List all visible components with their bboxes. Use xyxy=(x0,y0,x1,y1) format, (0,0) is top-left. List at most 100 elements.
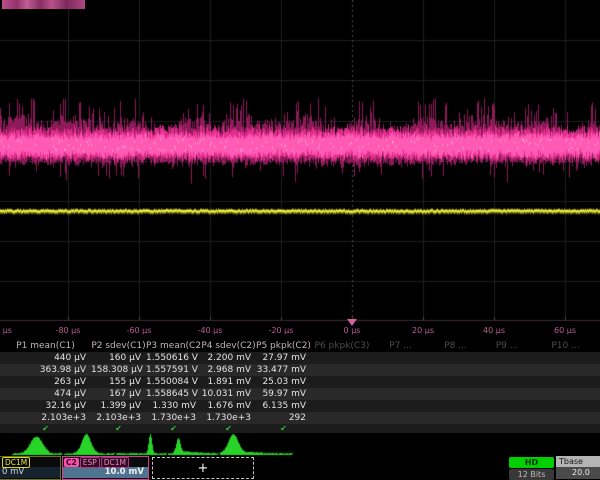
measure-cell xyxy=(311,364,373,376)
measure-cell: 363.98 µV xyxy=(0,364,91,376)
measure-row-value: 440 µV160 µV1.550616 V2.200 mV27.97 mV xyxy=(0,352,600,364)
measure-cell: 25.03 mV xyxy=(256,376,311,388)
measure-cell: 1.730e+3 xyxy=(146,412,201,424)
time-axis-label: -20 µs xyxy=(269,326,294,335)
param-header-p9[interactable]: P9 ... xyxy=(483,340,531,352)
param-header-p3[interactable]: P3 mean(C2) xyxy=(146,340,201,352)
measure-cell: 1.399 µV xyxy=(91,400,146,412)
measure-row-mean: 363.98 µV158.308 µV1.557591 V2.968 mV33.… xyxy=(0,364,600,376)
measure-cell xyxy=(483,412,531,424)
measure-cell xyxy=(531,376,600,388)
measure-cell xyxy=(311,412,373,424)
trigger-position-marker[interactable] xyxy=(347,319,357,326)
measure-cell xyxy=(531,352,600,364)
param-header-p7[interactable]: P7 ... xyxy=(373,340,428,352)
param-header-p2[interactable]: P2 sdev(C1) xyxy=(91,340,146,352)
measure-cell xyxy=(373,412,428,424)
measure-cell xyxy=(373,376,428,388)
measure-cell: 155 µV xyxy=(91,376,146,388)
measure-cell xyxy=(483,376,531,388)
adc-bits-label: 12 Bits xyxy=(509,469,554,480)
measure-cell: 1.550616 V xyxy=(146,352,201,364)
param-header-p8[interactable]: P8 ... xyxy=(428,340,483,352)
measurement-table: P1 mean(C1)P2 sdev(C1)P3 mean(C2)P4 sdev… xyxy=(0,340,600,433)
c2-descriptor[interactable]: C2 ESP DC1M 10.0 mV xyxy=(62,456,149,480)
param-status-check-icon xyxy=(483,424,531,433)
timebase-label: Tbase xyxy=(556,456,600,467)
time-axis-label: 40 µs xyxy=(483,326,505,335)
c1-coupling-badge: DC1M xyxy=(2,457,30,468)
measure-cell: 33.477 mV xyxy=(256,364,311,376)
clipped-trace-label xyxy=(2,0,85,9)
plus-icon: + xyxy=(198,462,209,475)
param-status-check-icon: ✔ xyxy=(91,424,146,433)
measure-cell: 292 xyxy=(256,412,311,424)
measure-cell xyxy=(531,400,600,412)
time-axis: -100 µs-80 µs-60 µs-40 µs-20 µs0 µs20 µs… xyxy=(0,322,600,339)
measure-cell xyxy=(428,412,483,424)
measure-cell: 158.308 µV xyxy=(91,364,146,376)
measure-cell xyxy=(311,376,373,388)
param-histicons[interactable] xyxy=(0,433,600,456)
measure-cell: 1.330 mV xyxy=(146,400,201,412)
c2-scale-value: 10.0 mV xyxy=(63,467,148,478)
measure-cell xyxy=(311,352,373,364)
measure-cell xyxy=(483,388,531,400)
hd-mode-badge[interactable]: HD xyxy=(509,457,554,468)
time-axis-label: -100 µs xyxy=(0,326,12,335)
waveform-display[interactable] xyxy=(0,0,600,322)
measure-cell: 1.891 mV xyxy=(201,376,256,388)
param-header-p4[interactable]: P4 sdev(C2) xyxy=(201,340,256,352)
measure-cell: 2.968 mV xyxy=(201,364,256,376)
measure-cell: 1.550084 V xyxy=(146,376,201,388)
measure-cell: 1.676 mV xyxy=(201,400,256,412)
measure-cell: 2.103e+3 xyxy=(91,412,146,424)
c2-coupling-badge: DC1M xyxy=(101,457,129,468)
measure-cell: 167 µV xyxy=(91,388,146,400)
measure-row-num: 2.103e+32.103e+31.730e+31.730e+3292 xyxy=(0,412,600,424)
timebase-descriptor[interactable]: Tbase 20.0 xyxy=(556,456,600,479)
param-status-check-icon xyxy=(531,424,600,433)
add-trace-button[interactable]: + xyxy=(152,457,254,479)
param-status-check-icon xyxy=(311,424,373,433)
time-axis-label: -40 µs xyxy=(198,326,223,335)
time-axis-label: 20 µs xyxy=(412,326,434,335)
measure-cell: 2.103e+3 xyxy=(0,412,91,424)
measure-cell xyxy=(531,388,600,400)
measure-row-max: 474 µV167 µV1.558645 V10.031 mV59.97 mV xyxy=(0,388,600,400)
param-header-p10[interactable]: P10 ... xyxy=(531,340,600,352)
measure-cell xyxy=(373,352,428,364)
param-status-check-icon xyxy=(373,424,428,433)
measure-cell xyxy=(373,400,428,412)
measure-cell xyxy=(311,388,373,400)
measure-cell xyxy=(428,352,483,364)
measure-cell: 1.557591 V xyxy=(146,364,201,376)
measure-cell: 440 µV xyxy=(0,352,91,364)
time-axis-label: -60 µs xyxy=(127,326,152,335)
measure-cell xyxy=(531,412,600,424)
measure-cell xyxy=(428,364,483,376)
param-status-check-icon: ✔ xyxy=(201,424,256,433)
measure-cell: 1.558645 V xyxy=(146,388,201,400)
measure-cell xyxy=(428,388,483,400)
param-header-p1[interactable]: P1 mean(C1) xyxy=(0,340,91,352)
param-header-p6[interactable]: P6 pkpk(C3) xyxy=(311,340,373,352)
measure-cell: 32.16 µV xyxy=(0,400,91,412)
measure-cell: 1.730e+3 xyxy=(201,412,256,424)
measure-cell: 59.97 mV xyxy=(256,388,311,400)
measure-cell xyxy=(483,352,531,364)
measure-cell: 6.135 mV xyxy=(256,400,311,412)
timebase-value: 20.0 xyxy=(556,467,600,479)
measure-cell xyxy=(483,364,531,376)
param-header-p5[interactable]: P5 pkpk(C2) xyxy=(256,340,311,352)
measure-cell: 2.200 mV xyxy=(201,352,256,364)
param-status-check-icon: ✔ xyxy=(146,424,201,433)
param-status-check-icon: ✔ xyxy=(256,424,311,433)
c2-channel-badge: C2 xyxy=(64,458,79,467)
c1-descriptor[interactable]: DC1M 0 mV xyxy=(0,456,61,480)
time-axis-label: -80 µs xyxy=(56,326,81,335)
measure-row-min: 263 µV155 µV1.550084 V1.891 mV25.03 mV xyxy=(0,376,600,388)
measure-cell: 474 µV xyxy=(0,388,91,400)
c2-esp-badge: ESP xyxy=(80,457,100,468)
measure-cell xyxy=(531,364,600,376)
